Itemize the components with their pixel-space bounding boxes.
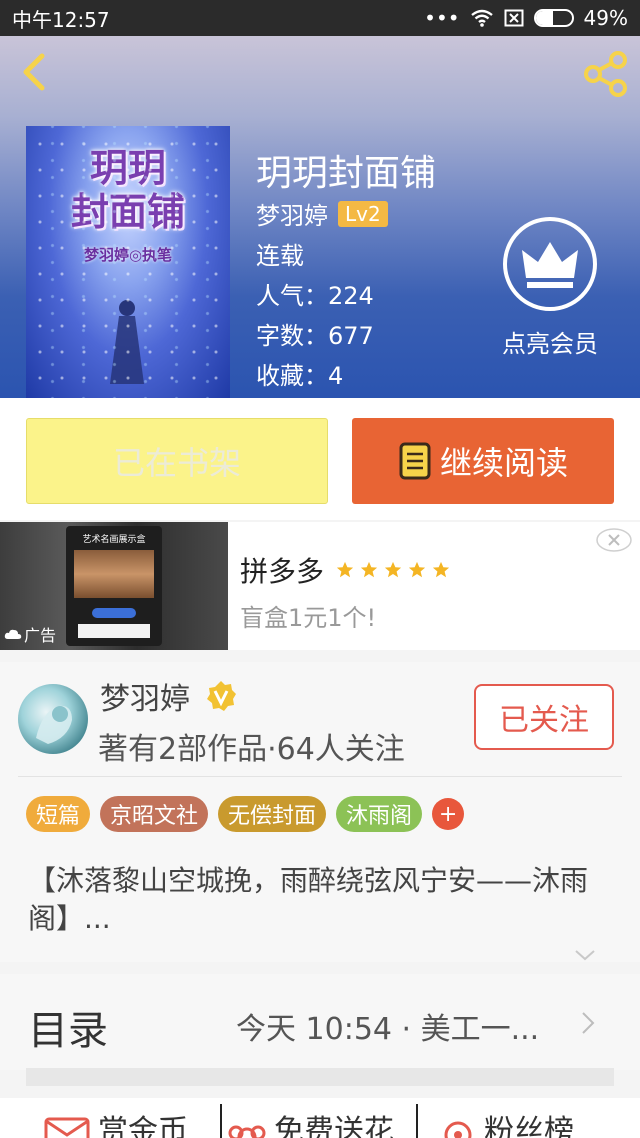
envelope-icon	[44, 1117, 90, 1138]
on-shelf-button[interactable]: 已在书架	[26, 418, 328, 504]
ad-tag-label: 广告	[24, 626, 57, 645]
author-card-name[interactable]: 梦羽婷	[100, 674, 190, 718]
followed-button[interactable]: 已关注	[474, 684, 614, 750]
ad-close-icon[interactable]	[596, 528, 632, 552]
fans-ranking-label: 粉丝榜	[484, 1114, 574, 1138]
tag-chip[interactable]: 无偿封面	[218, 796, 327, 832]
book-icon	[399, 442, 431, 480]
book-description[interactable]: 【沐落黎山空城挽，雨醉绕弦风宁安——沐雨阁】...	[28, 862, 614, 938]
book-word-count: 字数：677	[256, 322, 374, 350]
ad-tag: 广告	[4, 622, 56, 646]
cover-subtitle-art: 梦羽婷◎执笔	[83, 246, 173, 264]
ad-description: 盲盒1元1个!	[240, 604, 377, 632]
cloud-icon	[4, 629, 22, 639]
ad-screen-cta	[92, 608, 136, 618]
star-icon	[360, 561, 378, 578]
star-icon	[408, 561, 426, 578]
battery-icon	[533, 9, 574, 27]
bottom-actions: 赏金币 免费送花 粉丝榜	[0, 1098, 640, 1138]
chevron-right-icon	[582, 1012, 595, 1034]
chevron-down-icon[interactable]	[574, 948, 596, 962]
toc-label: 目录	[28, 1008, 108, 1054]
divider	[416, 1104, 418, 1138]
ad-banner[interactable]: 艺术名画展示盒 广告 拼多多 盲盒1元1个!	[0, 522, 640, 650]
section-separator	[26, 1068, 614, 1086]
more-dots-icon: •••	[424, 6, 460, 30]
tag-chip[interactable]: 沐雨阁	[336, 796, 423, 832]
divider	[18, 776, 622, 777]
author-stats: 著有2部作品·64人关注	[98, 732, 405, 767]
tag-chip[interactable]: 京昭文社	[100, 796, 209, 832]
divider	[220, 1104, 222, 1138]
book-title: 玥玥封面铺	[256, 153, 437, 194]
ad-title: 拼多多	[240, 555, 325, 588]
status-bar: 中午12:57 ••• 49%	[0, 0, 640, 36]
flower-icon	[228, 1125, 266, 1138]
star-icon	[384, 561, 402, 578]
ad-rating-stars	[336, 561, 450, 579]
vip-label: 点亮会员	[502, 330, 598, 358]
author-card: 梦羽婷 著有2部作品·64人关注 已关注 短篇 京昭文社 无偿封面 沐雨阁 + 【沐落黎…	[0, 662, 640, 962]
cover-title-art: 玥玥 封面铺	[70, 145, 185, 234]
wifi-icon	[470, 9, 493, 27]
ad-phone-mockup: 艺术名画展示盒	[66, 526, 162, 646]
tag-list: 短篇 京昭文社 无偿封面 沐雨阁 +	[26, 796, 465, 832]
author-avatar[interactable]	[18, 684, 88, 754]
book-favorites: 收藏：4	[256, 362, 344, 390]
add-tag-button[interactable]: +	[432, 798, 465, 830]
reward-coins-button[interactable]: 赏金币	[44, 1106, 188, 1138]
ad-image[interactable]: 艺术名画展示盒 广告	[0, 522, 228, 650]
continue-reading-label: 继续阅读	[439, 444, 568, 482]
star-icon	[336, 561, 354, 578]
battery-percent: 49%	[583, 6, 628, 30]
crown-icon	[503, 217, 597, 311]
action-row: 已在书架 继续阅读	[0, 398, 640, 520]
cover-figure-art	[110, 300, 144, 384]
book-header: 玥玥 封面铺 梦羽婷◎执笔 玥玥封面铺 梦羽婷 Lv2 连载 人气：224 字数…	[0, 36, 640, 398]
star-icon	[432, 561, 450, 578]
reward-coins-label: 赏金币	[98, 1114, 188, 1138]
continue-reading-button[interactable]: 继续阅读	[352, 418, 614, 504]
status-time: 中午12:57	[12, 7, 110, 32]
ad-screen-footer	[78, 624, 150, 638]
ad-product-shelf	[74, 550, 154, 598]
book-author[interactable]: 梦羽婷	[256, 196, 328, 231]
verified-badge-icon	[207, 681, 236, 711]
fans-ranking-button[interactable]: 粉丝榜	[440, 1106, 574, 1138]
fans-ranking-icon	[444, 1121, 472, 1138]
back-arrow-icon[interactable]	[14, 50, 54, 94]
vip-button[interactable]: 点亮会员	[492, 216, 608, 359]
no-sim-icon	[504, 9, 524, 27]
send-flower-button[interactable]: 免费送花	[228, 1106, 394, 1138]
book-popularity: 人气：224	[256, 282, 374, 310]
book-cover[interactable]: 玥玥 封面铺 梦羽婷◎执笔	[26, 126, 230, 398]
book-status: 连载	[256, 242, 304, 270]
share-icon[interactable]	[582, 50, 630, 98]
toc-row[interactable]: 目录 今天 10:54 · 美工一...	[0, 974, 640, 1070]
level-badge: Lv2	[338, 200, 388, 227]
ad-screen-title: 艺术名画展示盒	[82, 535, 146, 545]
tag-chip[interactable]: 短篇	[26, 796, 91, 832]
avatar-figure-art	[36, 705, 72, 744]
send-flower-label: 免费送花	[274, 1114, 394, 1138]
latest-chapter: 今天 10:54 · 美工一...	[236, 1012, 540, 1047]
